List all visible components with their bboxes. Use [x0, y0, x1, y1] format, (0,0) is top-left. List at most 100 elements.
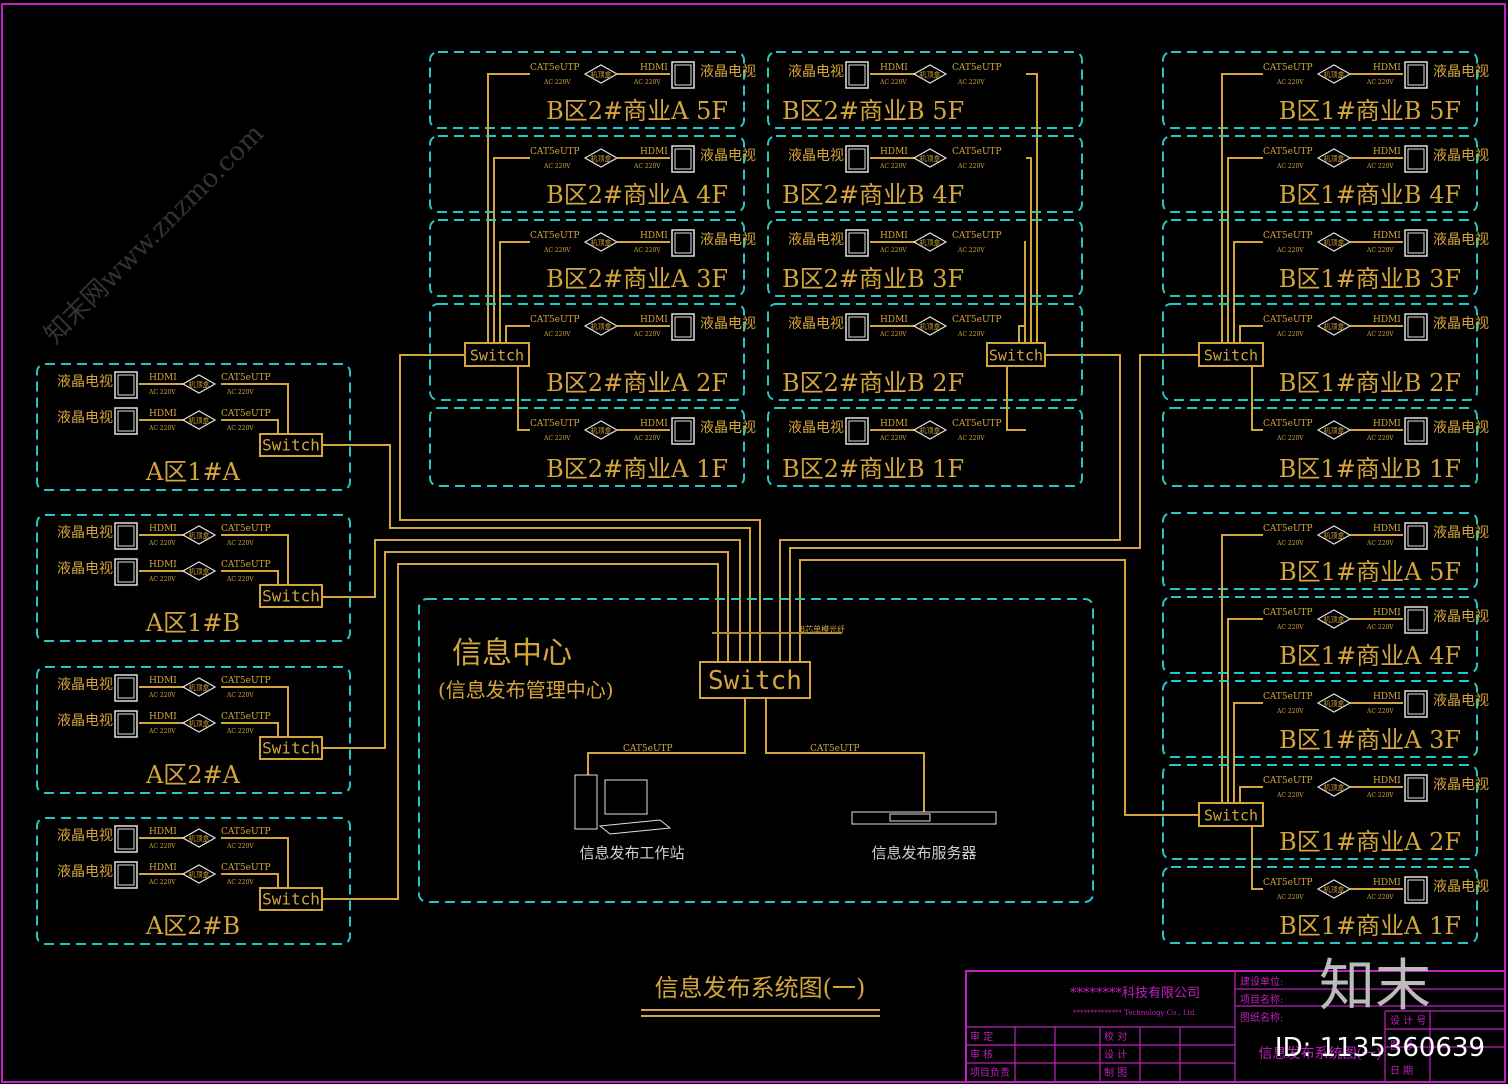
- player-label: 机顶盒: [189, 870, 210, 879]
- power-label: AC 220V: [879, 435, 907, 442]
- hdmi-label: HDMI: [640, 315, 668, 325]
- power-label: AC 220V: [957, 247, 985, 254]
- zone-label: B区2#商业A 3F: [546, 265, 728, 293]
- player-label: 机顶盒: [591, 238, 612, 247]
- hdmi-label: HDMI: [880, 147, 908, 157]
- zone-label: B区1#商业A 4F: [1279, 642, 1461, 670]
- tv-icon: [114, 674, 138, 702]
- hdmi-label: HDMI: [149, 863, 177, 873]
- keyboard: [598, 819, 672, 835]
- hdmi-label: HDMI: [1373, 878, 1401, 888]
- tv-icon: [1404, 313, 1428, 341]
- switch-label: Switch: [262, 587, 320, 606]
- zone-label: B区1#商业B 4F: [1279, 181, 1461, 209]
- tv-label: 液晶电视: [1433, 316, 1489, 332]
- cable-label: CAT5eUTP: [1263, 147, 1313, 157]
- cable-label: CAT5eUTP: [1263, 878, 1313, 888]
- cable-label: CAT5eUTP: [221, 863, 271, 873]
- tv-icon: [845, 61, 869, 89]
- tv-inner: [1407, 777, 1425, 799]
- power-label: AC 220V: [1276, 540, 1304, 547]
- watermark-logo: 知末: [1319, 954, 1431, 1019]
- riser-line: [1251, 366, 1263, 431]
- tv-icon: [114, 522, 138, 550]
- player-label: 机顶盒: [591, 70, 612, 79]
- tv-label: 液晶电视: [1433, 879, 1489, 895]
- power-label: AC 220V: [226, 879, 254, 886]
- power-label: AC 220V: [879, 247, 907, 254]
- workstation-icon: [574, 774, 672, 835]
- power-label: AC 220V: [226, 425, 254, 432]
- power-label: AC 220V: [1366, 247, 1394, 254]
- tv-label: 液晶电视: [57, 713, 113, 729]
- zone-label: B区2#商业B 1F: [782, 455, 964, 483]
- tv-inner: [848, 64, 866, 86]
- hdmi-label: HDMI: [640, 63, 668, 73]
- company-name-en: ************** Technology Co., Ltd.: [1073, 1009, 1197, 1017]
- cable-line: [765, 698, 925, 812]
- hdmi-label: HDMI: [1373, 419, 1401, 429]
- tv-icon: [845, 417, 869, 445]
- tv-inner: [674, 148, 692, 170]
- power-label: AC 220V: [879, 331, 907, 338]
- trunk-line: [399, 354, 761, 662]
- power-label: AC 220V: [633, 331, 661, 338]
- player-label: 机顶盒: [1324, 426, 1345, 435]
- tv-label: 液晶电视: [57, 864, 113, 880]
- cable-label: CAT5eUTP: [221, 373, 271, 383]
- project-label: 建设单位:: [1240, 975, 1283, 988]
- tv-icon: [114, 371, 138, 399]
- tv-icon: [845, 229, 869, 257]
- cable-label: CAT5eUTP: [810, 744, 860, 754]
- tv-label: 液晶电视: [788, 316, 844, 332]
- tv-inner: [848, 316, 866, 338]
- tv-icon: [114, 558, 138, 586]
- tv-icon: [845, 313, 869, 341]
- tv-label: 液晶电视: [700, 232, 756, 248]
- tv-label: 液晶电视: [57, 561, 113, 577]
- cable-label: CAT5eUTP: [1263, 776, 1313, 786]
- zone-label: B区2#商业A 2F: [546, 369, 728, 397]
- cable-label: CAT5eUTP: [221, 560, 271, 570]
- tv-label: 液晶电视: [1433, 64, 1489, 80]
- cable-label: CAT5eUTP: [221, 409, 271, 419]
- sign-label: 审 核: [970, 1048, 993, 1061]
- tv-icon: [114, 710, 138, 738]
- tv-icon: [845, 145, 869, 173]
- tv-inner: [117, 828, 135, 850]
- tv-inner: [1407, 693, 1425, 715]
- tv-inner: [117, 374, 135, 396]
- tv-inner: [674, 316, 692, 338]
- zone-label: B区1#商业A 1F: [1279, 912, 1461, 940]
- riser-line: [1006, 366, 1026, 431]
- power-label: AC 220V: [226, 389, 254, 396]
- tv-inner: [1407, 879, 1425, 901]
- hdmi-label: HDMI: [640, 419, 668, 429]
- tv-label: 液晶电视: [1433, 232, 1489, 248]
- player-label: 机顶盒: [1324, 783, 1345, 792]
- tv-inner: [1407, 232, 1425, 254]
- riser-line: [1251, 826, 1263, 890]
- tv-label: 液晶电视: [1433, 525, 1489, 541]
- power-label: AC 220V: [543, 79, 571, 86]
- tv-icon: [1404, 606, 1428, 634]
- hdmi-label: HDMI: [1373, 315, 1401, 325]
- power-label: AC 220V: [1276, 247, 1304, 254]
- tv-inner: [1407, 609, 1425, 631]
- cable-label: CAT5eUTP: [1263, 63, 1313, 73]
- power-label: AC 220V: [1276, 79, 1304, 86]
- power-label: AC 220V: [633, 163, 661, 170]
- tv-label: 液晶电视: [57, 410, 113, 426]
- zone-label: B区1#商业B 5F: [1279, 97, 1461, 125]
- watermark: 知末网www.znzmo.com: [39, 119, 270, 350]
- power-label: AC 220V: [1366, 331, 1394, 338]
- power-label: AC 220V: [633, 79, 661, 86]
- player-label: 机顶盒: [920, 70, 941, 79]
- tv-label: 液晶电视: [57, 374, 113, 390]
- tv-label: 液晶电视: [57, 525, 113, 541]
- tv-icon: [1404, 690, 1428, 718]
- player-label: 机顶盒: [920, 426, 941, 435]
- zone-label: B区1#商业B 2F: [1279, 369, 1461, 397]
- tv-inner: [674, 232, 692, 254]
- server-panel: [889, 813, 931, 822]
